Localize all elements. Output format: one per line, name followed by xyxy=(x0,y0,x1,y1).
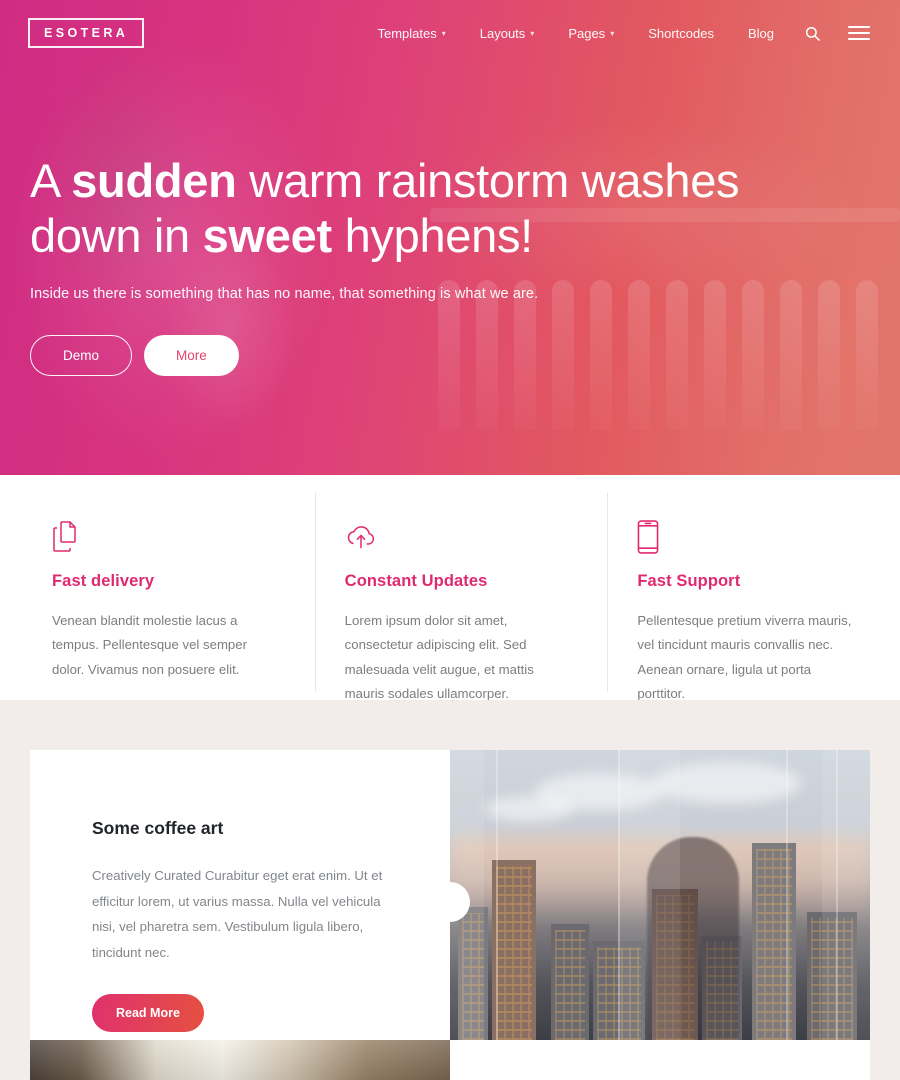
nav-links: Templates ▾ Layouts ▾ Pages ▾ Shortcodes xyxy=(360,26,872,41)
nav-label: Pages xyxy=(568,25,606,41)
portfolio-card-image[interactable] xyxy=(450,750,870,1040)
nav-item-shortcodes[interactable]: Shortcodes xyxy=(631,27,731,40)
feature-fast-delivery: Fast delivery Venean blandit molestie la… xyxy=(0,520,315,700)
mobile-phone-icon xyxy=(637,520,858,554)
nav-label: Shortcodes xyxy=(648,25,714,41)
hero-title-bold2: sweet xyxy=(202,208,332,262)
hamburger-menu-icon[interactable] xyxy=(834,26,872,40)
page-root: ESOTERA Templates ▾ Layouts ▾ Pages ▾ Sh… xyxy=(0,0,900,1080)
cloud-upload-icon xyxy=(345,520,566,554)
portfolio-row-2 xyxy=(30,1040,870,1080)
features-section: Fast delivery Venean blandit molestie la… xyxy=(0,475,900,701)
nav-label: Templates xyxy=(377,25,437,41)
chevron-down-icon: ▾ xyxy=(441,29,446,38)
demo-button[interactable]: Demo xyxy=(30,334,133,377)
card-body: Creatively Curated Curabitur eget erat e… xyxy=(92,868,383,961)
chevron-down-icon: ▾ xyxy=(530,29,535,38)
portfolio-card-text: Some coffee art Creatively Curated Curab… xyxy=(30,750,450,1040)
hero-title: A sudden warm rainstorm washes down in s… xyxy=(30,154,860,264)
portfolio-section: Some coffee art Creatively Curated Curab… xyxy=(0,700,900,1080)
nav-item-blog[interactable]: Blog xyxy=(731,27,791,40)
feature-body: Pellentesque pretium viverra mauris, vel… xyxy=(637,613,852,702)
feature-fast-support: Fast Support Pellentesque pretium viverr… xyxy=(607,493,900,701)
card-title: Some coffee art xyxy=(92,818,224,838)
portfolio-row-1: Some coffee art Creatively Curated Curab… xyxy=(30,750,870,1040)
hero-title-part3: hyphens! xyxy=(331,208,534,262)
hero-title-bold1: sudden xyxy=(71,154,237,207)
portfolio-next-image[interactable] xyxy=(30,1040,450,1080)
cityscape-photo xyxy=(450,750,870,1040)
hero-content: A sudden warm rainstorm washes down in s… xyxy=(0,66,900,377)
nav-label: Layouts xyxy=(479,25,526,41)
feature-body: Venean blandit molestie lacus a tempus. … xyxy=(52,613,247,677)
portfolio-next-card xyxy=(450,1040,870,1080)
nav-item-templates[interactable]: Templates ▾ xyxy=(360,27,462,40)
chevron-down-icon: ▾ xyxy=(610,29,615,38)
feature-body: Lorem ipsum dolor sit amet, consectetur … xyxy=(344,613,534,702)
feature-title: Fast delivery xyxy=(52,572,155,590)
main-navigation: ESOTERA Templates ▾ Layouts ▾ Pages ▾ Sh… xyxy=(0,0,900,66)
search-icon[interactable] xyxy=(791,26,834,41)
hero-buttons: Demo More xyxy=(30,334,900,377)
documents-copy-icon xyxy=(52,520,273,554)
feature-constant-updates: Constant Updates Lorem ipsum dolor sit a… xyxy=(314,493,608,701)
nav-item-pages[interactable]: Pages ▾ xyxy=(551,27,631,40)
more-button[interactable]: More xyxy=(144,334,239,377)
feature-title: Constant Updates xyxy=(344,572,488,590)
hero-section: ESOTERA Templates ▾ Layouts ▾ Pages ▾ Sh… xyxy=(0,0,900,475)
nav-label: Blog xyxy=(747,25,774,41)
feature-title: Fast Support xyxy=(637,572,741,590)
read-more-button[interactable]: Read More xyxy=(92,993,204,1033)
nav-item-layouts[interactable]: Layouts ▾ xyxy=(463,27,552,40)
hero-title-part1: A xyxy=(30,154,72,207)
hero-subtitle: Inside us there is something that has no… xyxy=(30,285,539,302)
site-logo[interactable]: ESOTERA xyxy=(28,18,145,48)
